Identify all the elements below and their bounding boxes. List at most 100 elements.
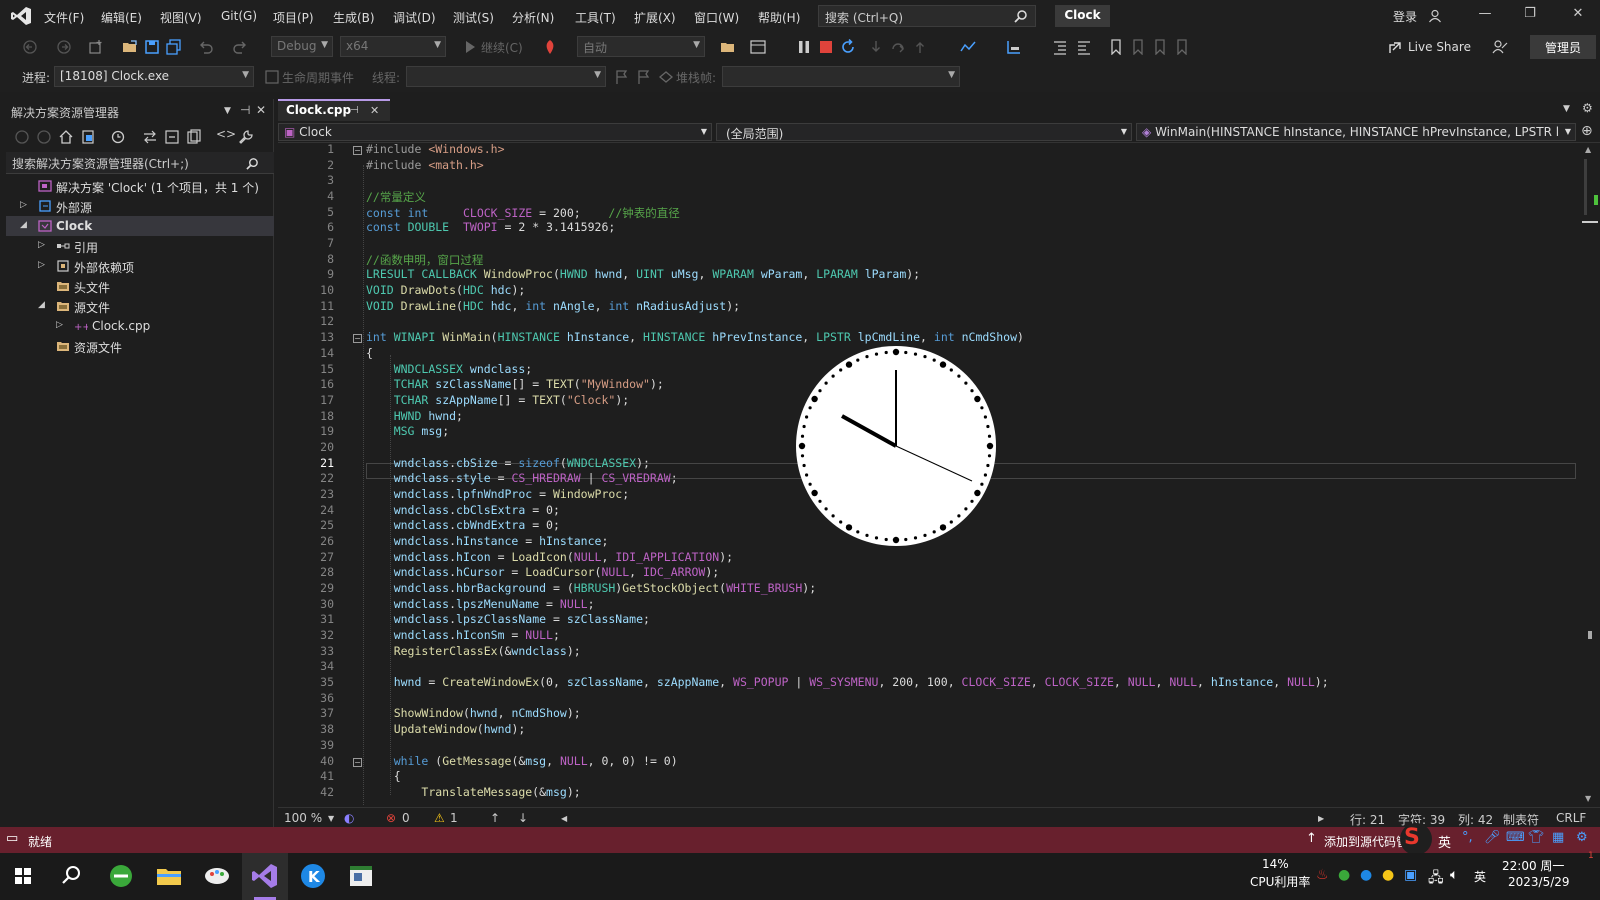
ime-language[interactable]: 英 bbox=[1438, 832, 1451, 851]
scroll-right-icon[interactable]: ▶ bbox=[1318, 814, 1324, 823]
thread-select[interactable]: ▼ bbox=[406, 66, 606, 87]
k-app-icon[interactable]: K bbox=[298, 861, 328, 891]
tree-item[interactable]: 解决方案 'Clock' (1 个项目，共 1 个) bbox=[6, 176, 274, 196]
clock-app-taskbar-icon[interactable] bbox=[346, 861, 376, 891]
tree-item[interactable]: ▷ ++ Clock.cpp bbox=[6, 316, 274, 336]
intellicode-icon[interactable]: ◐ bbox=[344, 811, 354, 825]
collapse-region-icon[interactable]: − bbox=[353, 334, 362, 343]
show-external-icon[interactable] bbox=[658, 69, 674, 85]
code-line[interactable]: { bbox=[366, 346, 373, 360]
clock-date[interactable]: 2023/5/29 bbox=[1508, 875, 1570, 889]
code-line[interactable]: #include <math.h> bbox=[366, 158, 484, 172]
pending-changes-icon[interactable] bbox=[110, 129, 126, 145]
save-all-icon[interactable] bbox=[166, 39, 182, 55]
code-line[interactable]: HWND hwnd; bbox=[366, 409, 463, 423]
visual-studio-logo-icon[interactable] bbox=[10, 6, 32, 26]
debug-target-select[interactable]: 自动 ▼ bbox=[577, 36, 705, 57]
code-line[interactable]: ShowWindow(hwnd, nCmdShow); bbox=[366, 706, 581, 720]
code-line[interactable]: TCHAR szAppName[] = TEXT("Clock"); bbox=[366, 393, 629, 407]
code-line[interactable]: wndclass.cbSize = sizeof(WNDCLASSEX); bbox=[366, 456, 650, 470]
back-icon[interactable] bbox=[14, 129, 30, 145]
input-language[interactable]: 英 bbox=[1474, 868, 1486, 885]
code-line[interactable]: wndclass.lpszClassName = szClassName; bbox=[366, 612, 650, 626]
sync-icon[interactable] bbox=[142, 129, 158, 145]
sign-in-link[interactable]: 登录 bbox=[1393, 8, 1417, 25]
step-over-icon[interactable] bbox=[890, 39, 906, 55]
code-line[interactable]: wndclass.hCursor = LoadCursor(NULL, IDC_… bbox=[366, 565, 720, 579]
zoom-level[interactable]: 100 % bbox=[284, 811, 322, 825]
open-file-icon[interactable] bbox=[122, 39, 138, 55]
menu-analyze[interactable]: 分析(N) bbox=[512, 9, 554, 26]
prev-issue-icon[interactable]: ↑ bbox=[490, 811, 500, 825]
pin-tab-icon[interactable]: ⊣ bbox=[350, 105, 359, 116]
feedback-icon[interactable] bbox=[1492, 39, 1508, 55]
menu-project[interactable]: 项目(P) bbox=[273, 9, 314, 26]
output-icon[interactable]: ▭ bbox=[6, 831, 18, 846]
continue-icon[interactable] bbox=[462, 39, 478, 55]
file-explorer-icon[interactable] bbox=[154, 861, 184, 891]
code-line[interactable]: #include <Windows.h> bbox=[366, 143, 505, 156]
menu-help[interactable]: 帮助(H) bbox=[758, 9, 800, 26]
platform-select[interactable]: x64 ▼ bbox=[340, 36, 446, 57]
menu-window[interactable]: 窗口(W) bbox=[694, 9, 739, 26]
taskbar-search-icon[interactable] bbox=[56, 861, 86, 891]
notification-count[interactable]: 1 bbox=[1588, 851, 1594, 861]
code-line[interactable]: int WINAPI WinMain(HINSTANCE hInstance, … bbox=[366, 330, 1024, 344]
split-editor-icon[interactable]: ⊕ bbox=[1581, 123, 1593, 139]
code-line[interactable]: VOID DrawDots(HDC hdc); bbox=[366, 283, 525, 297]
eol-indicator[interactable]: CRLF bbox=[1556, 811, 1586, 825]
code-line[interactable]: { bbox=[366, 769, 401, 783]
new-project-icon[interactable] bbox=[88, 39, 104, 55]
expand-chevron-icon[interactable]: ▷ bbox=[38, 240, 45, 250]
restore-button[interactable]: ❐ bbox=[1515, 6, 1545, 26]
scroll-down-icon[interactable]: ▼ bbox=[1585, 794, 1591, 803]
indent-icon[interactable] bbox=[1052, 39, 1068, 55]
bookmark-icon[interactable] bbox=[1108, 39, 1124, 55]
paint-app-icon[interactable] bbox=[202, 861, 232, 891]
expand-chevron-icon[interactable]: ▷ bbox=[20, 200, 27, 210]
minimize-button[interactable]: — bbox=[1470, 6, 1500, 26]
pin-icon[interactable]: ⊣ bbox=[240, 103, 250, 117]
code-line[interactable]: wndclass.lpfnWndProc = WindowProc; bbox=[366, 487, 629, 501]
error-icon[interactable]: ⊗ bbox=[386, 811, 396, 825]
menu-view[interactable]: 视图(V) bbox=[160, 9, 202, 26]
warning-icon[interactable]: ⚠ bbox=[434, 811, 445, 825]
search-input[interactable]: 搜索 (Ctrl+Q) bbox=[818, 5, 1036, 27]
tree-item[interactable]: ▷ 引用 bbox=[6, 236, 274, 256]
tree-item[interactable]: 头文件 bbox=[6, 276, 274, 296]
tree-item[interactable]: ▷ 外部源 bbox=[6, 196, 274, 216]
code-line[interactable]: wndclass.cbClsExtra = 0; bbox=[366, 503, 560, 517]
editor-vertical-scrollbar[interactable]: ▲ ▼ bbox=[1580, 143, 1600, 807]
tree-item[interactable]: ◢ Clock bbox=[6, 216, 274, 236]
volume-icon[interactable]: 🔈︎ bbox=[1450, 867, 1458, 883]
pause-icon[interactable] bbox=[796, 39, 812, 55]
code-line[interactable]: const int CLOCK_SIZE = 200; //钟表的直径 bbox=[366, 205, 680, 221]
lifecycle-events-label[interactable]: 生命周期事件 bbox=[282, 69, 354, 86]
code-line[interactable]: wndclass.style = CS_HREDRAW | CS_VREDRAW… bbox=[366, 471, 678, 485]
hot-reload-icon[interactable] bbox=[542, 39, 558, 55]
close-tab-icon[interactable]: ✕ bbox=[370, 104, 379, 117]
layout-icon[interactable] bbox=[750, 39, 766, 55]
code-line[interactable]: wndclass.hIcon = LoadIcon(NULL, IDI_APPL… bbox=[366, 550, 733, 564]
solution-search-input[interactable]: 搜索解决方案资源管理器(Ctrl+;) bbox=[6, 152, 274, 174]
member-nav-select[interactable]: ◈ WinMain(HINSTANCE hInstance, HINSTANCE… bbox=[1136, 123, 1576, 141]
forward-icon[interactable] bbox=[56, 39, 72, 55]
show-all-files-icon[interactable] bbox=[186, 129, 202, 145]
browser-app-icon[interactable] bbox=[106, 861, 136, 891]
collapse-all-icon[interactable] bbox=[164, 129, 180, 145]
clear-bookmarks-icon[interactable] bbox=[1174, 39, 1190, 55]
tree-item[interactable]: ◢ 源文件 bbox=[6, 296, 274, 316]
prev-bookmark-icon[interactable] bbox=[1130, 39, 1146, 55]
step-out-icon[interactable] bbox=[912, 39, 928, 55]
collapse-chevron-icon[interactable]: ◢ bbox=[20, 220, 27, 230]
tray-browser-icon[interactable]: ● bbox=[1338, 867, 1350, 883]
tray-ime-icon[interactable]: ▣ bbox=[1404, 867, 1417, 883]
step-into-icon[interactable] bbox=[868, 39, 884, 55]
lifecycle-events-icon[interactable] bbox=[264, 69, 280, 85]
scroll-thumb[interactable] bbox=[1584, 159, 1587, 215]
network-icon[interactable]: 🖧︎ bbox=[1428, 867, 1444, 891]
menu-test[interactable]: 测试(S) bbox=[453, 9, 494, 26]
ime-punctuation-icon[interactable]: °, bbox=[1462, 830, 1473, 845]
code-line[interactable]: //常量定义 bbox=[366, 189, 426, 205]
account-icon[interactable] bbox=[1428, 9, 1442, 23]
